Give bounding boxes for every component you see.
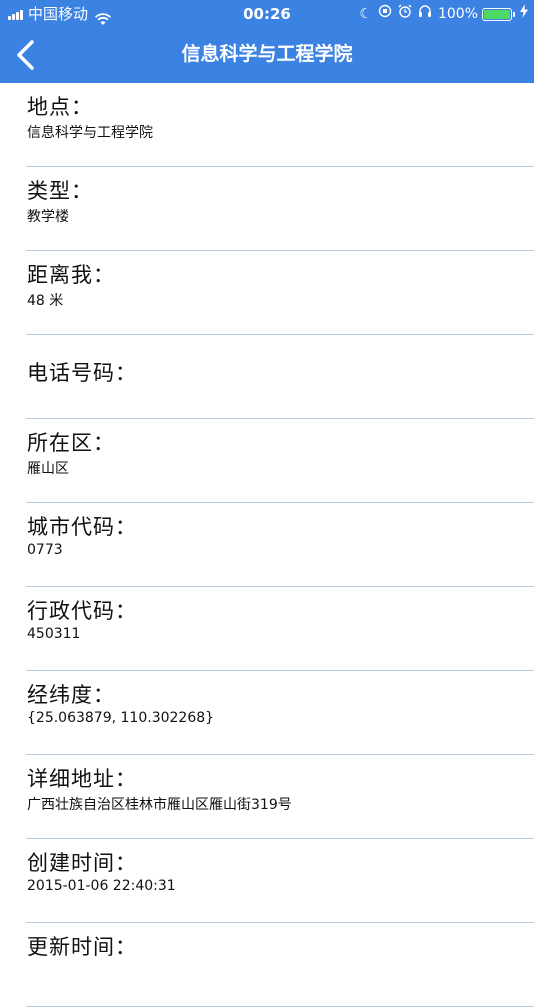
field-label: 城市代码： xyxy=(27,515,137,539)
field-label: 行政代码： xyxy=(27,599,137,623)
field-label: 经纬度： xyxy=(27,683,115,707)
field-value: 48 米 xyxy=(27,293,64,309)
detail-row-distance: 距离我： 48 米 xyxy=(26,251,534,335)
page-title: 信息科学与工程学院 xyxy=(181,43,353,65)
detail-list[interactable]: 地点： 信息科学与工程学院 类型： 教学楼 距离我： 48 米 电话号码： 所在… xyxy=(0,83,534,1007)
battery-icon xyxy=(482,7,515,21)
field-label: 创建时间： xyxy=(27,851,137,875)
alarm-icon xyxy=(398,0,412,28)
detail-row-created-time: 创建时间： 2015-01-06 22:40:31 xyxy=(26,839,534,923)
detail-row-city-code: 城市代码： 0773 xyxy=(26,503,534,587)
field-value: 2015-01-06 22:40:31 xyxy=(27,878,176,894)
headphones-icon xyxy=(418,0,432,28)
field-value: 教学楼 xyxy=(27,209,69,225)
app-header: 中国移动 00:26 ☾ 100% 信息科学与工程学院 xyxy=(0,0,534,83)
battery-percent: 100% xyxy=(437,6,478,22)
detail-row-address: 详细地址： 广西壮族自治区桂林市雁山区雁山街319号 xyxy=(26,755,534,839)
field-value: {25.063879, 110.302268} xyxy=(27,710,215,726)
field-label: 详细地址： xyxy=(27,767,137,791)
status-bar: 中国移动 00:26 ☾ 100% xyxy=(0,0,534,28)
field-label: 地点： xyxy=(27,95,93,119)
field-label: 类型： xyxy=(27,179,93,203)
detail-row-location: 地点： 信息科学与工程学院 xyxy=(26,83,534,167)
field-value: 450311 xyxy=(27,626,81,642)
charging-icon xyxy=(520,0,528,28)
field-value: 信息科学与工程学院 xyxy=(27,125,153,141)
field-value: 广西壮族自治区桂林市雁山区雁山街319号 xyxy=(27,797,292,813)
detail-row-updated-time: 更新时间： xyxy=(26,923,534,1007)
rotation-lock-icon xyxy=(378,0,392,28)
detail-row-type: 类型： 教学楼 xyxy=(26,167,534,251)
field-value: 0773 xyxy=(27,542,63,558)
field-value: 雁山区 xyxy=(27,461,69,477)
detail-row-coordinates: 经纬度： {25.063879, 110.302268} xyxy=(26,671,534,755)
field-label: 所在区： xyxy=(27,431,115,455)
field-label: 距离我： xyxy=(27,263,115,287)
status-right: ☾ 100% xyxy=(353,0,528,28)
nav-bar: 信息科学与工程学院 xyxy=(0,28,534,83)
moon-icon: ☾ xyxy=(359,6,372,22)
field-label: 电话号码： xyxy=(27,361,137,385)
field-label: 更新时间： xyxy=(27,935,137,959)
detail-row-admin-code: 行政代码： 450311 xyxy=(26,587,534,671)
detail-row-district: 所在区： 雁山区 xyxy=(26,419,534,503)
detail-row-phone[interactable]: 电话号码： xyxy=(26,335,534,419)
